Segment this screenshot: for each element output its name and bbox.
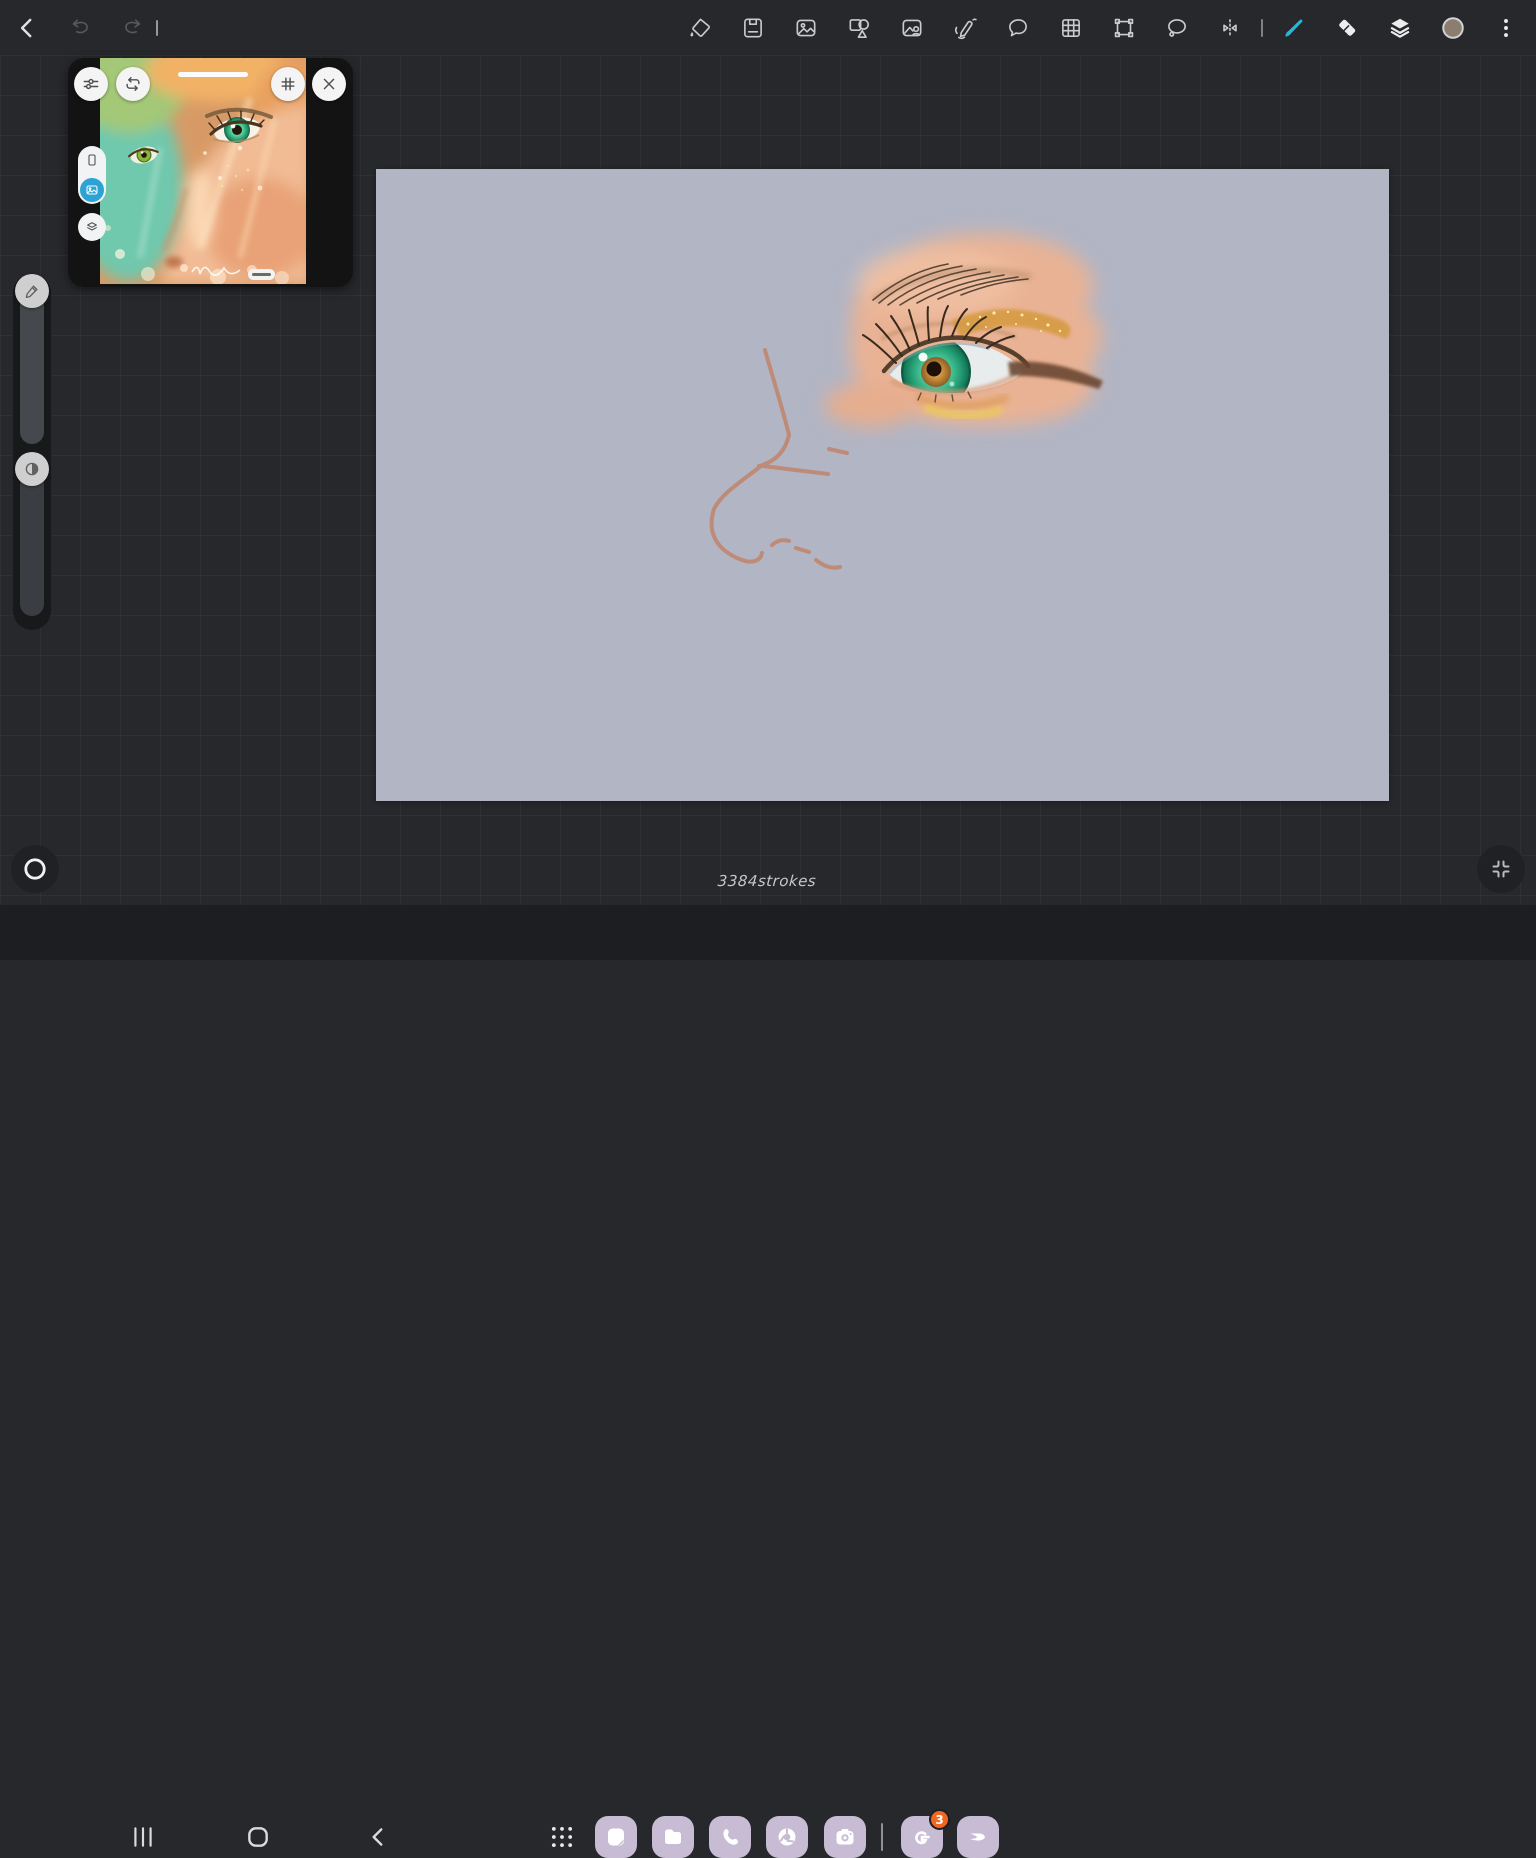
undo-icon <box>67 15 93 41</box>
overflow-menu-button[interactable] <box>1493 15 1519 41</box>
nose-sketch <box>712 350 847 568</box>
notes-app-icon[interactable] <box>595 1816 637 1858</box>
undo-button[interactable] <box>67 15 93 41</box>
add-image-button[interactable] <box>793 15 819 41</box>
transform-button[interactable] <box>1111 15 1137 41</box>
reference-view-toggle <box>78 146 106 204</box>
pencil-icon <box>23 282 41 300</box>
taskbar-divider <box>881 1823 883 1851</box>
eraser-tool-button[interactable] <box>1334 15 1360 41</box>
eye-painting <box>376 169 1389 801</box>
grid-overlay-icon <box>278 74 298 94</box>
notification-badge: 3 <box>929 1809 950 1830</box>
draw-assist-icon <box>952 15 978 41</box>
reference-image-panel[interactable] <box>68 58 353 287</box>
back-button[interactable] <box>14 15 40 41</box>
device-icon <box>84 152 100 168</box>
top-toolbar <box>0 0 1536 55</box>
reference-grid-button[interactable] <box>271 67 305 101</box>
add-image-icon <box>793 15 819 41</box>
bubble-select-button[interactable] <box>1005 15 1031 41</box>
brush-slider-dock <box>13 274 51 630</box>
google-g-glyph <box>910 1825 934 1849</box>
color-swatch-button[interactable] <box>1440 15 1466 41</box>
lasso-button[interactable] <box>1164 15 1190 41</box>
browser-glyph <box>775 1825 799 1849</box>
fill-bucket-icon <box>687 15 713 41</box>
image-view-button[interactable] <box>80 178 104 202</box>
phone-app-icon[interactable] <box>709 1816 751 1858</box>
image-reference-button[interactable] <box>899 15 925 41</box>
camera-app-icon[interactable] <box>824 1816 866 1858</box>
lasso-icon <box>1164 15 1190 41</box>
collapse-icon <box>1489 857 1513 881</box>
brush-tool-button[interactable] <box>1281 15 1307 41</box>
symmetry-button[interactable] <box>1217 15 1243 41</box>
stroke-counter: 3384strokes <box>636 872 897 890</box>
painting-app-screen: 3384strokes 3 <box>0 0 1536 960</box>
my-files-app-icon[interactable] <box>652 1816 694 1858</box>
google-app-icon[interactable]: 3 <box>901 1816 943 1858</box>
brush-opacity-knob[interactable] <box>15 452 49 486</box>
home-icon[interactable] <box>245 1824 271 1850</box>
notes-glyph <box>604 1825 628 1849</box>
grid-icon <box>1058 15 1084 41</box>
color-swatch-icon <box>1440 14 1466 42</box>
rotate-icon <box>123 74 143 94</box>
transform-icon <box>1111 15 1137 41</box>
draw-assist-button[interactable] <box>952 15 978 41</box>
overflow-menu-icon <box>1493 15 1519 41</box>
adjust-sliders-icon <box>81 74 101 94</box>
image-icon <box>84 182 100 198</box>
layers-icon <box>1387 15 1413 41</box>
back-icon <box>14 15 40 41</box>
phone-glyph <box>718 1825 742 1849</box>
save-icon <box>740 15 766 41</box>
layers-view-button[interactable] <box>78 213 106 241</box>
toolbar-left-group <box>14 15 158 41</box>
camera-glyph <box>833 1825 857 1849</box>
folder-glyph <box>661 1825 685 1849</box>
shapes-button[interactable] <box>846 15 872 41</box>
doordash-glyph <box>966 1825 990 1849</box>
layers-panel-button[interactable] <box>1387 15 1413 41</box>
symmetry-icon <box>1217 15 1243 41</box>
recents-icon[interactable] <box>130 1824 156 1850</box>
drawing-canvas[interactable] <box>376 169 1389 801</box>
grid-button[interactable] <box>1058 15 1084 41</box>
close-icon <box>319 74 339 94</box>
app-drawer-icon[interactable] <box>548 1823 576 1851</box>
collapse-ui-button[interactable] <box>1477 845 1525 893</box>
reference-drag-handle[interactable] <box>178 72 248 77</box>
system-taskbar: 3 <box>0 905 1536 960</box>
nav-back-icon[interactable] <box>365 1824 391 1850</box>
reference-close-button[interactable] <box>312 67 346 101</box>
save-button[interactable] <box>740 15 766 41</box>
fill-bucket-button[interactable] <box>687 15 713 41</box>
redo-button[interactable] <box>120 15 146 41</box>
image-reference-icon <box>899 15 925 41</box>
brush-size-knob[interactable] <box>15 274 49 308</box>
layers-small-icon <box>84 219 100 235</box>
bubble-select-icon <box>1005 15 1031 41</box>
brush-icon <box>1281 15 1307 41</box>
browser-app-icon[interactable] <box>766 1816 808 1858</box>
doordash-app-icon[interactable] <box>957 1816 999 1858</box>
device-view-button[interactable] <box>80 148 104 172</box>
color-ring-button[interactable] <box>11 845 59 893</box>
shapes-icon <box>846 15 872 41</box>
toolbar-right-group <box>687 15 1519 41</box>
brush-opacity-slider[interactable] <box>20 470 44 616</box>
eraser-icon <box>1334 15 1360 41</box>
reference-adjust-button[interactable] <box>74 67 108 101</box>
color-ring-icon <box>22 856 48 882</box>
contrast-icon <box>23 460 41 478</box>
redo-icon <box>120 15 146 41</box>
toolbar-divider <box>1261 19 1263 37</box>
reference-rotate-button[interactable] <box>116 67 150 101</box>
text-cursor-icon <box>156 20 158 36</box>
